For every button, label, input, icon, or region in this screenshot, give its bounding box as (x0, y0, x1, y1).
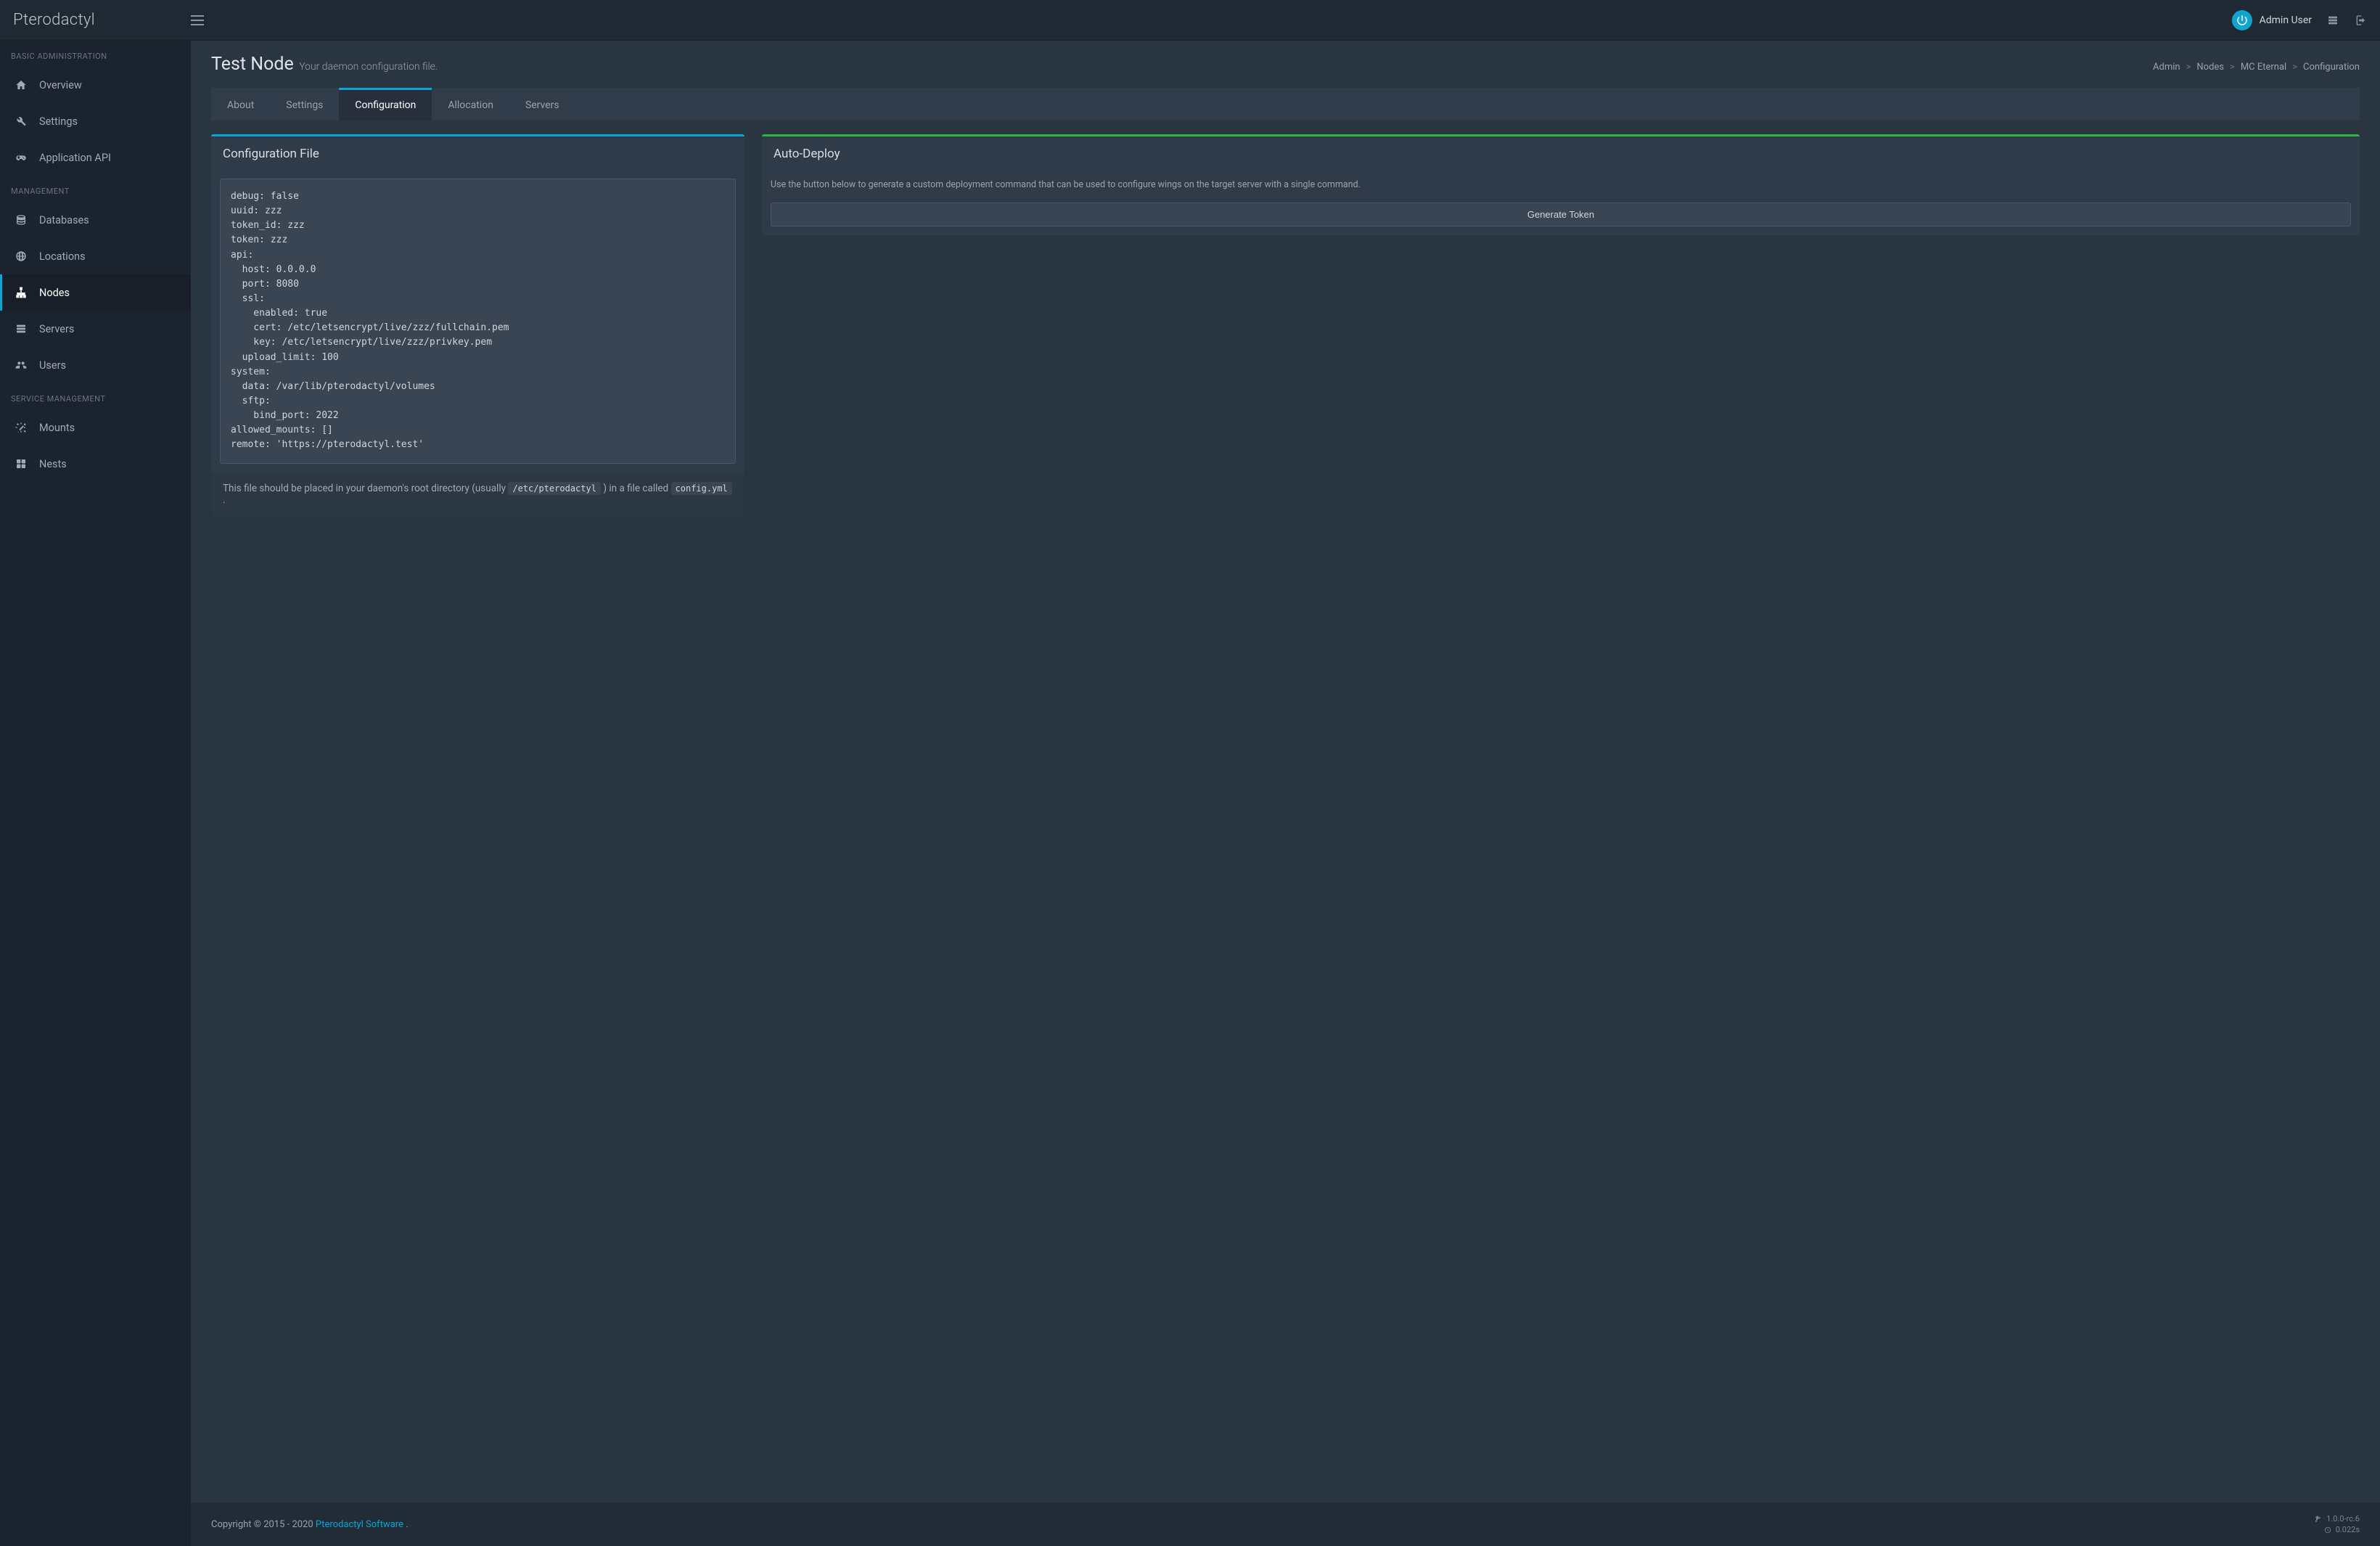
tab-configuration[interactable]: Configuration (339, 88, 432, 120)
sidebar-item-label: Locations (39, 250, 86, 263)
users-icon (15, 359, 28, 372)
footer-version: 1.0.0-rc.6 (2315, 1514, 2360, 1523)
chevron-right-icon: > (2186, 62, 2191, 73)
sidebar-item-databases[interactable]: Databases (0, 202, 191, 238)
sidebar-item-label: Databases (39, 214, 89, 226)
auto-deploy-box: Auto-Deploy Use the button below to gene… (762, 134, 2360, 235)
config-file-content[interactable]: debug: false uuid: zzz token_id: zzz tok… (220, 179, 736, 464)
sidebar-item-settings[interactable]: Settings (0, 103, 191, 139)
page-subtitle: Your daemon configuration file. (299, 61, 438, 73)
chevron-right-icon: > (2292, 62, 2297, 73)
server-icon[interactable] (2326, 14, 2339, 27)
tab-servers[interactable]: Servers (509, 88, 575, 120)
sidebar-item-overview[interactable]: Overview (0, 67, 191, 103)
footer-copyright-post: . (406, 1519, 408, 1530)
tab-settings[interactable]: Settings (270, 88, 339, 120)
th-large-icon (15, 457, 28, 470)
config-footer-filename-code: config.yml (671, 482, 732, 495)
home-icon (15, 78, 28, 91)
sidebar-item-label: Nodes (39, 287, 70, 299)
auto-deploy-help-text: Use the button below to generate a custo… (771, 179, 2351, 192)
config-footer-path-code: /etc/pterodactyl (508, 482, 601, 495)
sidebar-item-label: Users (39, 359, 66, 372)
magic-icon (15, 421, 28, 434)
footer-time: 0.022s (2324, 1525, 2360, 1534)
database-icon (15, 213, 28, 226)
config-box-title: Configuration File (211, 136, 744, 171)
user-menu[interactable]: Admin User (2232, 10, 2312, 30)
page-heading: Test Node Your daemon configuration file… (211, 54, 438, 75)
config-footer-text3: . (223, 494, 226, 506)
sidebar-item-nodes[interactable]: Nodes (0, 274, 191, 311)
sidebar-section-header: MANAGEMENT (0, 176, 191, 202)
breadcrumb-item[interactable]: MC Eternal (2241, 62, 2286, 73)
sidebar-item-label: Servers (39, 323, 74, 335)
tab-allocation[interactable]: Allocation (432, 88, 509, 120)
sidebar-item-label: Overview (39, 79, 82, 91)
wrench-icon (15, 115, 28, 128)
server-icon (15, 322, 28, 335)
footer-copyright: Copyright © 2015 - 2020 Pterodactyl Soft… (211, 1519, 409, 1530)
sidebar-item-servers[interactable]: Servers (0, 311, 191, 347)
logout-icon[interactable] (2354, 14, 2367, 27)
sidebar-item-nests[interactable]: Nests (0, 446, 191, 482)
footer-link[interactable]: Pterodactyl Software (316, 1519, 403, 1530)
sidebar-item-label: Mounts (39, 422, 75, 434)
clock-icon (2324, 1526, 2331, 1534)
auto-deploy-title: Auto-Deploy (762, 136, 2360, 171)
sidebar-section-header: SERVICE MANAGEMENT (0, 383, 191, 409)
footer-copyright-text: Copyright © 2015 - 2020 (211, 1519, 316, 1530)
breadcrumb-item: Configuration (2303, 62, 2360, 73)
globe-icon (15, 250, 28, 263)
breadcrumb: Admin > Nodes > MC Eternal > Configuration (2153, 62, 2360, 73)
sidebar-toggle-icon[interactable] (191, 15, 204, 25)
brand-logo[interactable]: Pterodactyl (13, 11, 191, 29)
config-footer-text: This file should be placed in your daemo… (223, 483, 508, 494)
configuration-file-box: Configuration File debug: false uuid: zz… (211, 134, 744, 516)
sidebar-item-application-api[interactable]: Application API (0, 139, 191, 176)
sidebar-item-mounts[interactable]: Mounts (0, 409, 191, 446)
user-name-label: Admin User (2260, 15, 2312, 26)
footer-time-text: 0.022s (2336, 1525, 2360, 1534)
sidebar-item-users[interactable]: Users (0, 347, 191, 383)
sidebar-item-label: Application API (39, 152, 111, 164)
sidebar-item-label: Settings (39, 115, 78, 128)
tabs: AboutSettingsConfigurationAllocationServ… (211, 88, 2360, 121)
breadcrumb-item[interactable]: Nodes (2196, 62, 2224, 73)
footer: Copyright © 2015 - 2020 Pterodactyl Soft… (191, 1502, 2380, 1546)
sidebar-item-locations[interactable]: Locations (0, 238, 191, 274)
config-footer-note: This file should be placed in your daemo… (211, 473, 744, 516)
gamepad-icon (15, 151, 28, 164)
sidebar: BASIC ADMINISTRATION Overview Settings Appl… (0, 41, 191, 1546)
power-icon (2232, 10, 2252, 30)
sitemap-icon (15, 286, 28, 299)
generate-token-button[interactable]: Generate Token (771, 203, 2351, 226)
tab-about[interactable]: About (211, 88, 270, 120)
chevron-right-icon: > (2230, 62, 2235, 73)
config-footer-text2: ) in a file called (603, 483, 670, 494)
breadcrumb-item[interactable]: Admin (2153, 62, 2180, 73)
footer-version-text: 1.0.0-rc.6 (2326, 1514, 2360, 1523)
page-title: Test Node (211, 54, 294, 75)
sidebar-item-label: Nests (39, 458, 67, 470)
branch-icon (2315, 1516, 2322, 1523)
topbar: Pterodactyl Admin User (0, 0, 2380, 41)
sidebar-section-header: BASIC ADMINISTRATION (0, 41, 191, 67)
